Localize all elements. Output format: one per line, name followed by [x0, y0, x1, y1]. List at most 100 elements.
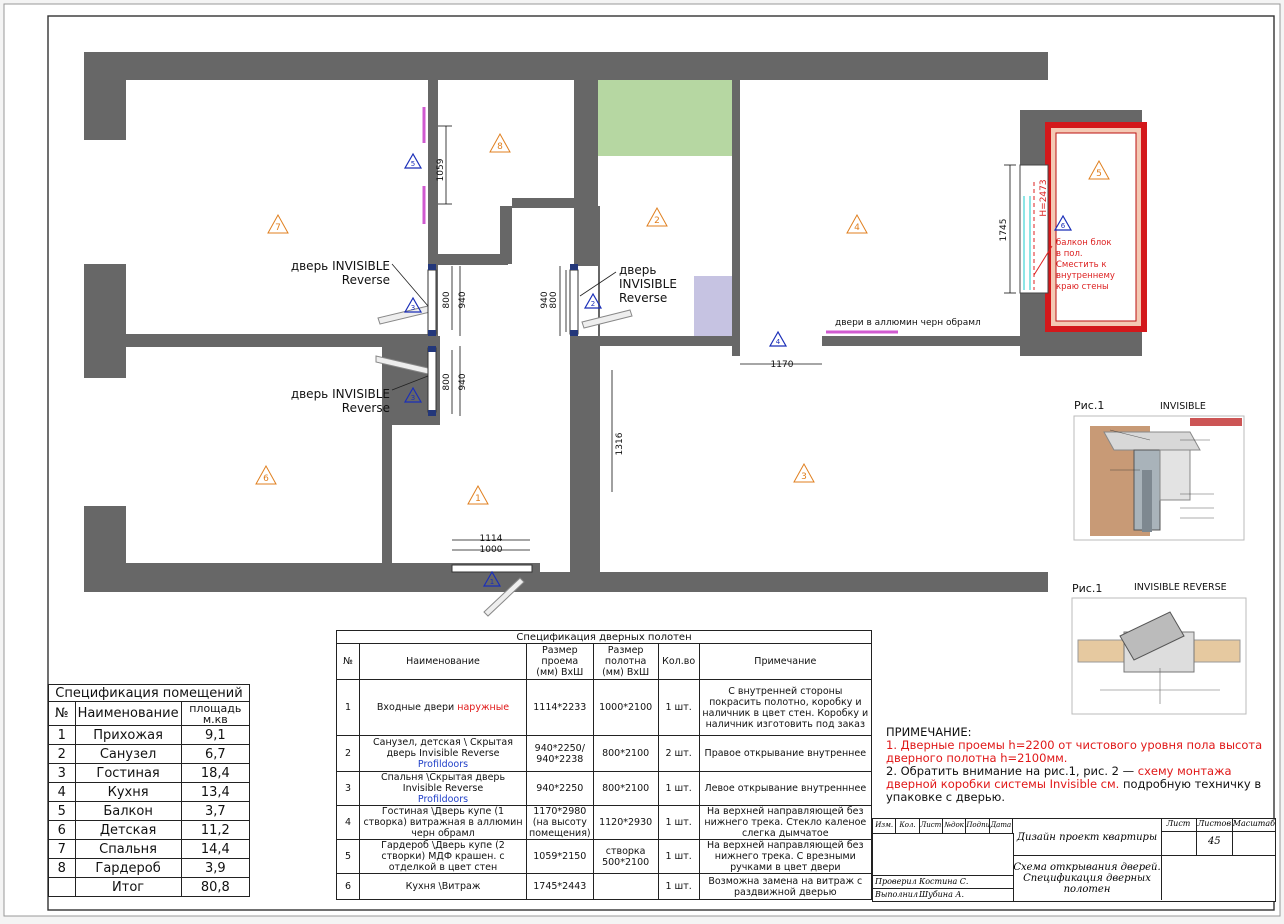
doors-cell-note: На верхней направляющей без нижнего трек… [698, 805, 873, 840]
doors-header-num: № [336, 643, 360, 680]
doors-spec-table: Спецификация дверных полотен № Наименова… [336, 630, 873, 900]
dim-800-mid: 800 [549, 291, 559, 308]
svg-text:5: 5 [1096, 169, 1102, 179]
svg-text:1: 1 [475, 494, 481, 504]
callout-aluminium-door: двери в аллюмин черн обрамл [835, 318, 981, 328]
balcony-note-line5: краю стены [1056, 282, 1109, 292]
svg-text:4: 4 [776, 338, 781, 346]
svg-text:6: 6 [263, 474, 269, 484]
dim-1114: 1114 [480, 534, 503, 544]
doors-cell-opening: 940*2250/ 940*2238 [526, 735, 594, 772]
project-name: Дизайн проект квартиры [1013, 819, 1162, 856]
doors-header-note: Примечание [698, 643, 873, 680]
rooms-row: 4 Кухня 13,4 [48, 782, 251, 802]
doors-cell-name: Спальня \Скрытая дверь Invisible Reverse… [359, 771, 527, 806]
figure-invisible: Рис.1 INVISIBLE [1073, 399, 1245, 541]
doors-cell-name: Санузел, детская \ Скрытая дверь Invisib… [359, 735, 527, 772]
doors-row: 1 Входные двери наружные 1114*2233 1000*210… [336, 679, 873, 736]
rooms-cell-area: 3,7 [180, 801, 251, 821]
rooms-cell-area: 6,7 [180, 744, 251, 764]
doors-header-qty: Кол.во [657, 643, 700, 680]
doors-cell-note: Левое открывание внутренннее [698, 771, 873, 806]
rooms-cell-name: Кухня [74, 782, 182, 802]
dim-1316: 1316 [615, 432, 625, 455]
doors-row: 5 Гардероб \Дверь купе (2 створки) МДФ кр… [336, 839, 873, 874]
doors-name-text: Спальня \Скрытая дверь Invisible Reverse [380, 772, 506, 794]
doors-table-title: Спецификация дверных полотен [336, 630, 872, 644]
stamp-col-header: Кол. [896, 819, 920, 833]
svg-text:3: 3 [411, 304, 415, 312]
rooms-cell-num: 8 [48, 858, 76, 878]
doors-cell-num: 3 [336, 771, 360, 806]
doors-header-name: Наименование [359, 643, 527, 680]
doors-name-text: Гостиная \Дверь купе (1 створка) витражн… [363, 806, 523, 839]
doors-cell-leaf: 800*2100 [592, 735, 659, 772]
doors-name-link[interactable]: Profildoors [418, 759, 468, 770]
rooms-cell-num: 5 [48, 801, 76, 821]
sheets-value: 45 [1207, 836, 1221, 847]
doors-cell-name: Входные двери наружные [359, 679, 527, 736]
rooms-cell-num: 7 [48, 839, 76, 859]
rooms-cell-name: Гардероб [74, 858, 182, 878]
stamp-col-header: №док [943, 819, 967, 833]
doors-name-text: Санузел, детская \ Скрытая дверь Invisib… [373, 737, 513, 759]
green-zone [598, 80, 732, 156]
doors-cell-opening: 1170*2980 (на высоту помещения) [526, 805, 594, 840]
rooms-cell-area: 3,9 [180, 858, 251, 878]
sheet-title: Схема открывания дверей. Спецификация дв… [1013, 856, 1162, 900]
rooms-table-title: Спецификация помещений [48, 684, 250, 702]
svg-text:8: 8 [497, 142, 503, 152]
figure-1-label: Рис.1 [1074, 399, 1104, 412]
svg-text:6: 6 [1061, 222, 1066, 230]
figure-2-title: INVISIBLE REVERSE [1134, 582, 1227, 593]
rooms-total-blank [48, 877, 76, 897]
callout-invisible-reverse-top-line2: Reverse [342, 273, 390, 287]
doors-header-opening: Размер проема (мм) ВхШ [526, 643, 594, 680]
rooms-cell-name: Прихожая [74, 725, 182, 745]
doors-cell-note: На верхней направляющей без нижнего трек… [698, 839, 873, 874]
balcony-note-line3: Сместить к [1056, 260, 1107, 270]
rooms-cell-area: 11,2 [180, 820, 251, 840]
doors-cell-qty: 1 шт. [657, 805, 700, 840]
note-2-start: 2. Обратить внимание на рис.1, рис. 2 — [886, 764, 1135, 778]
rooms-total-label: Итог [74, 877, 182, 897]
purple-zone [694, 276, 732, 336]
doors-row: 6 Кухня \Витраж 1745*2443 1 шт. Возможна зам… [336, 873, 873, 900]
checked-label: Проверил [875, 877, 917, 886]
rooms-cell-num: 2 [48, 744, 76, 764]
stamp-col-header: Лист [920, 819, 943, 833]
rooms-cell-num: 6 [48, 820, 76, 840]
scale-label: Масштаб [1232, 819, 1276, 832]
note-1: 1. Дверные проемы h=2200 от чистового ур… [886, 738, 1263, 765]
figure-1-title: INVISIBLE [1160, 401, 1206, 412]
rooms-cell-area: 14,4 [180, 839, 251, 859]
figure-2-label: Рис.1 [1072, 582, 1102, 595]
dim-800-bottom: 800 [442, 373, 452, 390]
made-name: Шубина А. [919, 890, 964, 899]
callout-invisible-reverse-top-line1: дверь INVISIBLE [291, 259, 390, 273]
stamp-columns: Изм.Кол.Лист№докПодписьДата [873, 819, 1013, 834]
dim-940-bottom: 940 [458, 373, 468, 390]
rooms-total-value: 80,8 [180, 877, 251, 897]
doors-cell-name: Гардероб \Дверь купе (2 створки) МДФ кра… [359, 839, 527, 874]
svg-text:4: 4 [854, 223, 860, 233]
dim-1745: 1745 [999, 219, 1009, 242]
svg-text:2: 2 [591, 300, 595, 308]
doors-name-red: наружные [457, 702, 510, 713]
svg-text:7: 7 [275, 223, 281, 233]
svg-text:3: 3 [801, 472, 807, 482]
doors-name-link[interactable]: Profildoors [418, 794, 468, 805]
doors-cell-name: Кухня \Витраж [359, 873, 527, 900]
doors-row: 4 Гостиная \Дверь купе (1 створка) витраж… [336, 805, 873, 840]
doors-cell-opening: 940*2250 [526, 771, 594, 806]
callout-invisible-reverse-mid-line3: Reverse [619, 291, 667, 305]
note-2: 2. Обратить внимание на рис.1, рис. 2 — … [886, 765, 1266, 804]
rooms-header-num: № [48, 701, 76, 726]
rooms-cell-area: 18,4 [180, 763, 251, 783]
svg-text:3: 3 [411, 394, 415, 402]
rooms-cell-name: Санузел [74, 744, 182, 764]
doors-cell-leaf: 1120*2930 [592, 805, 659, 840]
doors-cell-num: 5 [336, 839, 360, 874]
rooms-row: 8 Гардероб 3,9 [48, 858, 251, 878]
sheet-label: Лист [1161, 819, 1196, 832]
